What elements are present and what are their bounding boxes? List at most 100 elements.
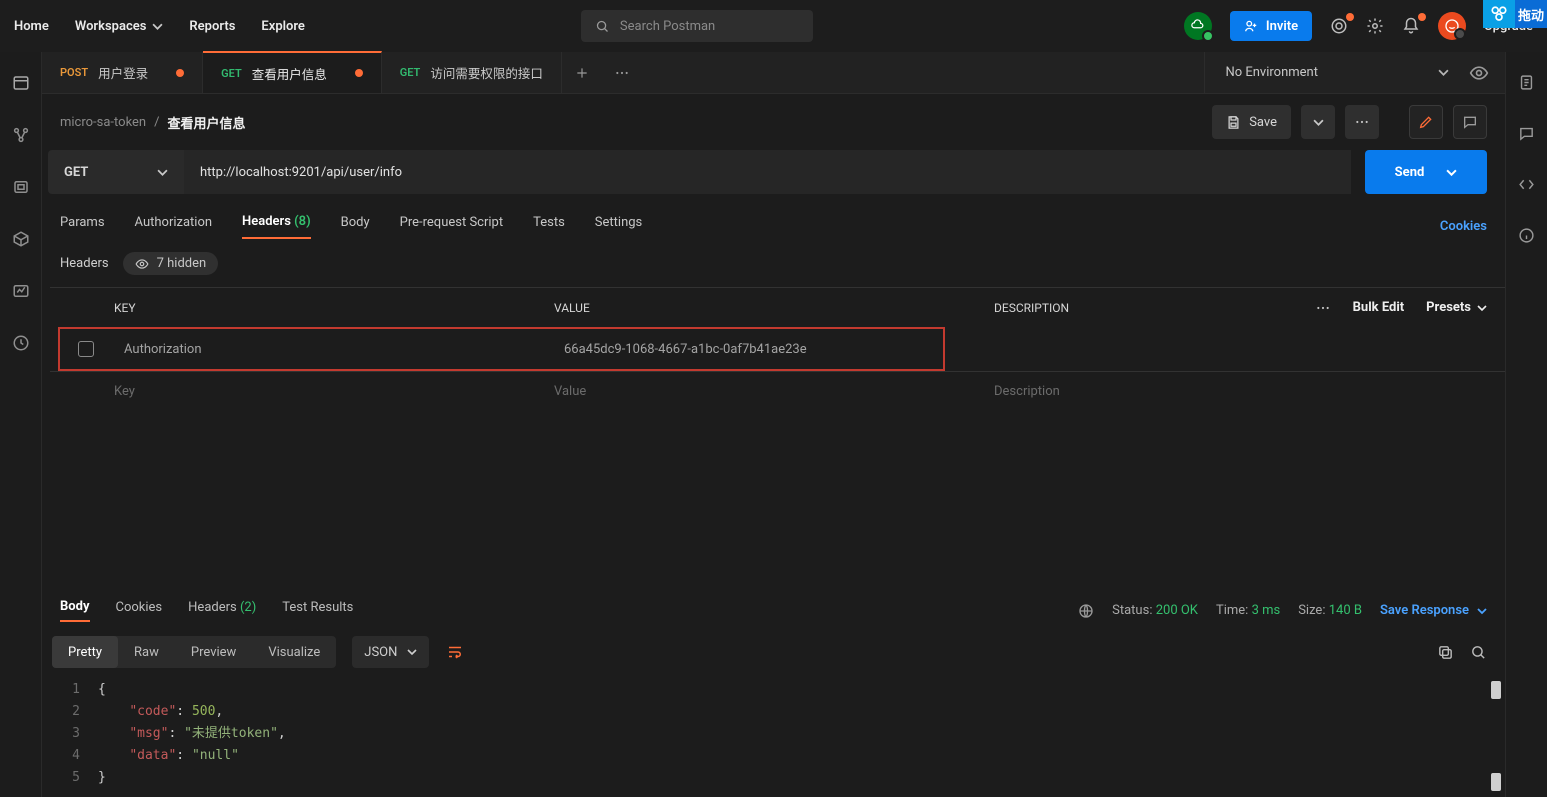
key-input[interactable]: Key	[106, 384, 546, 399]
time-label: Time:	[1216, 603, 1248, 618]
tab-settings[interactable]: Settings	[595, 215, 642, 238]
new-tab-button[interactable]	[562, 52, 602, 93]
resp-tab-headers-label: Headers	[188, 600, 237, 615]
corner-tile-2: 拖动	[1515, 0, 1547, 28]
tab-headers-count: (8)	[294, 214, 311, 229]
nav-home[interactable]: Home	[14, 19, 49, 34]
method-select[interactable]: GET	[48, 150, 184, 194]
nav-explore[interactable]: Explore	[261, 19, 305, 34]
wrap-icon	[446, 643, 464, 661]
nav-reports[interactable]: Reports	[189, 19, 235, 34]
search-placeholder: Search Postman	[620, 19, 715, 34]
url-input[interactable]: http://localhost:9201/api/user/info	[184, 150, 1351, 194]
comment-button[interactable]	[1453, 105, 1487, 139]
bell-icon[interactable]	[1402, 17, 1420, 35]
tab-authorization[interactable]: Authorization	[135, 215, 213, 238]
rail-monitor-icon[interactable]	[12, 282, 30, 300]
tabs-overflow-button[interactable]	[602, 52, 642, 93]
invite-button[interactable]: Invite	[1230, 11, 1312, 41]
copy-button[interactable]	[1437, 644, 1454, 661]
header-row-highlighted: Authorization 66a45dc9-1068-4667-a1bc-0a…	[58, 327, 945, 371]
left-rail	[0, 52, 42, 797]
header-key-cell[interactable]: Authorization	[116, 342, 556, 357]
code-rail-icon[interactable]	[1518, 176, 1535, 193]
cookies-link[interactable]: Cookies	[1440, 219, 1487, 234]
tab-headers[interactable]: Headers (8)	[242, 214, 311, 239]
rail-apis-icon[interactable]	[12, 126, 30, 144]
more-cols-button[interactable]	[1315, 300, 1331, 316]
search-in-body-button[interactable]	[1470, 644, 1487, 661]
chevron-down-icon	[1313, 117, 1324, 128]
header-row-empty: Key Value Description	[50, 371, 1505, 411]
rail-box-icon[interactable]	[12, 230, 30, 248]
nav-workspaces[interactable]: Workspaces	[75, 19, 164, 34]
view-visualize[interactable]: Visualize	[252, 636, 336, 668]
wrap-lines-button[interactable]	[439, 636, 471, 668]
scrollbar-thumb[interactable]	[1491, 681, 1501, 699]
presets-button[interactable]: Presets	[1426, 300, 1487, 315]
resp-tab-cookies[interactable]: Cookies	[116, 600, 163, 621]
tab-body[interactable]: Body	[341, 215, 370, 238]
method-label: GET	[64, 165, 88, 180]
comment-icon	[1462, 114, 1478, 130]
search-icon	[1470, 644, 1487, 661]
view-raw[interactable]: Raw	[118, 636, 175, 668]
sync-status-icon[interactable]	[1184, 12, 1212, 40]
gear-icon[interactable]	[1366, 17, 1384, 35]
more-actions-button[interactable]	[1345, 105, 1379, 139]
environment-label: No Environment	[1225, 65, 1318, 80]
body-view-segment: Pretty Raw Preview Visualize	[52, 636, 336, 668]
save-response-button[interactable]: Save Response	[1380, 603, 1487, 618]
save-button[interactable]: Save	[1212, 105, 1291, 139]
resp-tab-headers[interactable]: Headers (2)	[188, 600, 256, 621]
size-label: Size:	[1298, 603, 1325, 618]
network-icon[interactable]	[1078, 603, 1094, 619]
view-preview[interactable]: Preview	[175, 636, 252, 668]
rail-collections-icon[interactable]	[12, 74, 30, 92]
response-body-code[interactable]: 1{ 2 "code": 500, 3 "msg": "未提供token", 4…	[42, 675, 1505, 797]
size-value: 140 B	[1329, 603, 1362, 618]
request-tab-1[interactable]: GET 查看用户信息	[203, 51, 382, 93]
comments-rail-icon[interactable]	[1518, 125, 1535, 142]
headers-table: KEY VALUE DESCRIPTION Bulk Edit Presets …	[50, 287, 1505, 411]
tab-title: 访问需要权限的接口	[430, 63, 543, 82]
tab-params[interactable]: Params	[60, 215, 105, 238]
nav-workspaces-label: Workspaces	[75, 19, 147, 34]
scrollbar-thumb[interactable]	[1491, 773, 1501, 791]
env-quicklook-icon[interactable]	[1469, 63, 1489, 83]
status-value: 200 OK	[1156, 603, 1198, 618]
user-plus-icon	[1244, 19, 1258, 33]
view-pretty[interactable]: Pretty	[52, 636, 118, 668]
environment-picker[interactable]: No Environment	[1204, 52, 1449, 93]
tab-tests[interactable]: Tests	[533, 215, 565, 238]
resp-tab-testresults[interactable]: Test Results	[282, 600, 353, 621]
copy-icon	[1437, 644, 1454, 661]
desc-input[interactable]: Description	[986, 384, 1286, 399]
col-key: KEY	[106, 301, 546, 315]
chevron-down-icon	[157, 167, 168, 178]
rail-history-icon[interactable]	[12, 334, 30, 352]
send-button[interactable]: Send	[1365, 150, 1487, 194]
hidden-headers-toggle[interactable]: 7 hidden	[123, 252, 219, 275]
headers-table-head: KEY VALUE DESCRIPTION Bulk Edit Presets	[50, 287, 1505, 327]
value-input[interactable]: Value	[546, 384, 986, 399]
resp-tab-body[interactable]: Body	[60, 599, 90, 622]
header-value-cell[interactable]: 66a45dc9-1068-4667-a1bc-0af7b41ae23e	[556, 342, 943, 357]
send-label: Send	[1395, 165, 1425, 180]
bulk-edit-button[interactable]: Bulk Edit	[1353, 300, 1405, 315]
save-dropdown-button[interactable]	[1301, 105, 1335, 139]
request-tab-0[interactable]: POST 用户登录	[42, 52, 203, 93]
method-badge: GET	[400, 66, 421, 79]
docs-icon[interactable]	[1518, 74, 1535, 91]
body-language-picker[interactable]: JSON	[352, 636, 429, 668]
edit-button[interactable]	[1409, 105, 1443, 139]
breadcrumb-collection[interactable]: micro-sa-token	[60, 115, 146, 130]
tab-prerequest[interactable]: Pre-request Script	[400, 215, 503, 238]
row-checkbox[interactable]	[78, 341, 94, 357]
info-rail-icon[interactable]	[1518, 227, 1535, 244]
capture-icon[interactable]	[1330, 17, 1348, 35]
rail-env-icon[interactable]	[12, 178, 30, 196]
search-input[interactable]: Search Postman	[581, 10, 813, 42]
avatar[interactable]	[1438, 12, 1466, 40]
request-tab-2[interactable]: GET 访问需要权限的接口	[382, 52, 562, 93]
